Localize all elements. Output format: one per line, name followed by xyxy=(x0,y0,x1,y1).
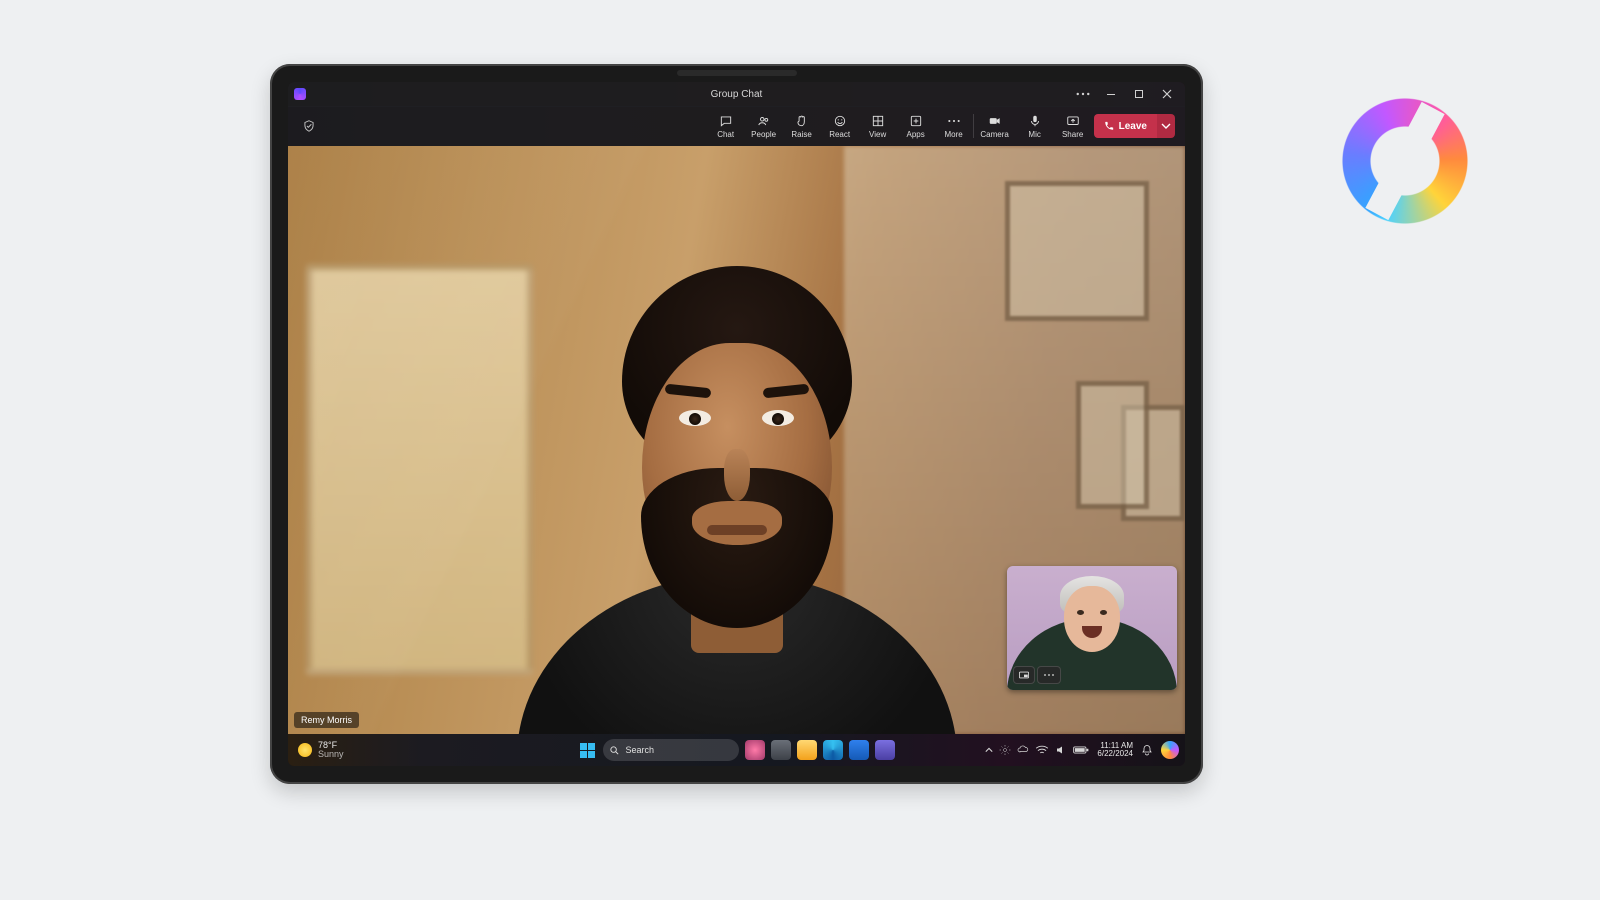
copilot-logo xyxy=(1330,86,1480,236)
main-video-area: Remy Morris xyxy=(288,146,1185,734)
raise-hand-button[interactable]: Raise xyxy=(787,113,817,139)
taskbar-weather-widget[interactable]: 78°F Sunny xyxy=(288,741,354,759)
leave-dropdown[interactable] xyxy=(1157,114,1175,138)
pip-effects-button[interactable] xyxy=(1013,666,1035,684)
start-button[interactable] xyxy=(579,741,597,759)
tray-notifications-icon[interactable] xyxy=(1141,744,1153,756)
self-view-pip[interactable] xyxy=(1007,566,1177,690)
screen: Group Chat xyxy=(288,82,1185,766)
tray-onedrive-icon xyxy=(1017,744,1029,756)
share-button[interactable]: Share xyxy=(1058,113,1088,139)
taskbar-search[interactable]: Search xyxy=(603,739,739,761)
bg-frame xyxy=(1076,381,1149,509)
apps-label: Apps xyxy=(907,131,925,139)
tray-volume-icon xyxy=(1055,744,1067,756)
share-screen-icon xyxy=(1065,113,1081,129)
more-ellipsis-icon xyxy=(946,113,962,129)
tablet-device-frame: Group Chat xyxy=(270,64,1203,784)
toolbar-group-left: Chat People Raise xyxy=(711,113,969,139)
titlebar-more-button[interactable] xyxy=(1069,82,1097,106)
window-title: Group Chat xyxy=(288,89,1185,100)
windows-taskbar: 78°F Sunny Search xyxy=(288,734,1185,766)
leave-phone-icon xyxy=(1104,121,1114,131)
mic-label: Mic xyxy=(1028,131,1040,139)
system-tray[interactable] xyxy=(985,744,1089,756)
taskbar-right: 11:11 AM 6/22/2024 xyxy=(985,741,1179,759)
camera-icon xyxy=(987,113,1003,129)
bg-window xyxy=(306,264,533,676)
taskbar-center: Search xyxy=(579,739,895,761)
mic-icon xyxy=(1027,113,1043,129)
windows-logo-icon xyxy=(580,743,595,758)
leave-label: Leave xyxy=(1119,121,1147,132)
people-label: People xyxy=(751,131,776,139)
taskbar-app-store[interactable] xyxy=(849,740,869,760)
weather-sun-icon xyxy=(298,743,312,757)
taskbar-app-explorer[interactable] xyxy=(797,740,817,760)
react-button[interactable]: React xyxy=(825,113,855,139)
apps-button[interactable]: Apps xyxy=(901,113,931,139)
more-button[interactable]: More xyxy=(939,113,969,139)
toolbar-group-right: Camera Mic Share xyxy=(978,113,1088,139)
teams-app-icon xyxy=(294,88,306,100)
apps-plus-icon xyxy=(908,113,924,129)
primary-participant-video xyxy=(557,247,917,727)
camera-button[interactable]: Camera xyxy=(978,113,1012,139)
device-camera-notch xyxy=(677,70,797,76)
leave-button[interactable]: Leave xyxy=(1094,114,1157,138)
bg-frame xyxy=(1005,181,1150,320)
taskbar-app-taskview[interactable] xyxy=(771,740,791,760)
taskbar-app-widgets[interactable] xyxy=(745,740,765,760)
camera-label: Camera xyxy=(980,131,1008,139)
tray-chevron-icon xyxy=(985,746,993,754)
chat-icon xyxy=(718,113,734,129)
window-titlebar: Group Chat xyxy=(288,82,1185,107)
view-button[interactable]: View xyxy=(863,113,893,139)
weather-desc: Sunny xyxy=(318,750,344,759)
clock-date: 6/22/2024 xyxy=(1097,750,1133,758)
search-icon xyxy=(609,745,620,756)
tray-settings-icon xyxy=(999,744,1011,756)
view-grid-icon xyxy=(870,113,886,129)
chevron-down-icon xyxy=(1161,121,1171,131)
people-icon xyxy=(756,113,772,129)
react-label: React xyxy=(829,131,850,139)
taskbar-app-edge[interactable] xyxy=(823,740,843,760)
pip-more-button[interactable] xyxy=(1037,666,1061,684)
chat-button[interactable]: Chat xyxy=(711,113,741,139)
chat-label: Chat xyxy=(717,131,734,139)
window-minimize-button[interactable] xyxy=(1097,82,1125,106)
react-emoji-icon xyxy=(832,113,848,129)
people-button[interactable]: People xyxy=(749,113,779,139)
raise-label: Raise xyxy=(791,131,811,139)
share-label: Share xyxy=(1062,131,1083,139)
participant-name-chip: Remy Morris xyxy=(294,712,359,728)
taskbar-app-teams[interactable] xyxy=(875,740,895,760)
window-close-button[interactable] xyxy=(1153,82,1181,106)
raise-hand-icon xyxy=(794,113,810,129)
taskbar-clock[interactable]: 11:11 AM 6/22/2024 xyxy=(1097,742,1133,758)
mic-button[interactable]: Mic xyxy=(1020,113,1050,139)
more-label: More xyxy=(945,131,963,139)
search-placeholder: Search xyxy=(626,745,655,755)
shield-check-icon[interactable] xyxy=(298,115,320,137)
view-label: View xyxy=(869,131,886,139)
toolbar-separator xyxy=(973,114,974,138)
meeting-toolbar: Chat People Raise xyxy=(288,106,1185,147)
leave-split-button[interactable]: Leave xyxy=(1094,114,1175,138)
tray-wifi-icon xyxy=(1035,745,1049,755)
tray-battery-icon xyxy=(1073,745,1089,755)
taskbar-copilot-button[interactable] xyxy=(1161,741,1179,759)
window-maximize-button[interactable] xyxy=(1125,82,1153,106)
